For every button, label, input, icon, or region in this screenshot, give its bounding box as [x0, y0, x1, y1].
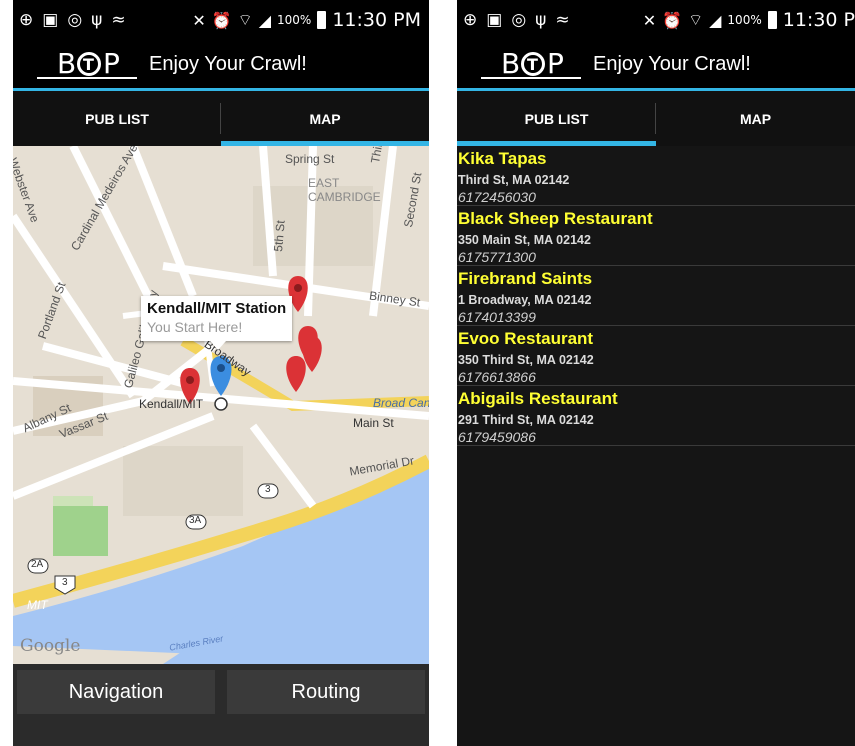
add-icon: ⊕: [463, 10, 478, 30]
wifi-icon: ⌔: [237, 10, 253, 29]
t-station-icon: [214, 397, 228, 411]
btp-logo: B T P: [37, 47, 137, 80]
add-icon: ⊕: [19, 10, 34, 30]
status-bar: ⊕ ▣ ◎ ψ ≈ ✕ ⏰ ⌔ ◢ 100% 11:30 P: [457, 0, 855, 40]
info-window[interactable]: Kendall/MIT Station You Start Here!: [141, 296, 293, 341]
tab-pub-list[interactable]: PUB LIST: [457, 91, 656, 146]
info-window-subtitle: You Start Here!: [147, 319, 243, 335]
app-bar: B T P Enjoy Your Crawl!: [13, 40, 429, 91]
map-label: Kendall/MIT: [139, 397, 204, 411]
battery-icon: [317, 11, 327, 29]
list-item[interactable]: Firebrand Saints 1 Broadway, MA 02142 61…: [457, 266, 855, 326]
list-item[interactable]: Kika Tapas Third St, MA 02142 6172456030: [457, 146, 855, 206]
tab-label: PUB LIST: [524, 110, 589, 127]
map-label: Main St: [353, 416, 394, 430]
signal-icon: ◢: [258, 10, 272, 30]
usb-icon: ψ: [535, 10, 547, 30]
navigation-button[interactable]: Navigation: [17, 670, 215, 714]
clock: 11:30 P: [782, 9, 855, 31]
pub-address: 1 Broadway, MA 02142: [458, 293, 592, 307]
app-title: Enjoy Your Crawl!: [149, 52, 307, 75]
mute-icon: ✕: [642, 10, 657, 30]
btp-logo: B T P: [481, 47, 581, 80]
nfc-icon: ≈: [111, 10, 126, 30]
battery-percent: 100%: [277, 13, 312, 27]
info-window-title: Kendall/MIT Station: [147, 300, 287, 317]
status-bar: ⊕ ▣ ◎ ψ ≈ ✕ ⏰ ⌔ ◢ 100% 11:30 PM: [13, 0, 429, 40]
tab-label: PUB LIST: [85, 110, 149, 127]
signal-icon: ◢: [709, 10, 722, 30]
map-view[interactable]: Spring St EAST CAMBRIDGE Third St Second…: [13, 146, 429, 664]
tab-label: MAP: [739, 110, 772, 127]
map-label: Spring St: [285, 152, 335, 166]
nfc-icon: ≈: [555, 10, 570, 30]
map-label: 2A: [31, 559, 44, 570]
routing-button[interactable]: Routing: [227, 670, 425, 714]
google-logo: Google: [20, 636, 81, 656]
pub-list-screen: ⊕ ▣ ◎ ψ ≈ ✕ ⏰ ⌔ ◢ 100% 11:30 P B T P Enj…: [457, 0, 855, 746]
pub-name: Kika Tapas: [458, 149, 547, 168]
pub-address: 291 Third St, MA 02142: [458, 413, 594, 427]
tab-bar: PUB LIST MAP: [13, 91, 429, 146]
pub-phone: 6176613866: [458, 369, 536, 385]
chat-icon: ▣: [486, 10, 503, 30]
tab-map[interactable]: MAP: [656, 91, 855, 146]
info-window-arrow: [210, 341, 226, 350]
pub-address: 350 Third St, MA 02142: [458, 353, 594, 367]
bottom-button-bar: Navigation Routing: [13, 664, 429, 746]
list-item[interactable]: Evoo Restaurant 350 Third St, MA 02142 6…: [457, 326, 855, 386]
usb-icon: ψ: [91, 10, 103, 30]
battery-icon: [767, 11, 777, 29]
pub-phone: 6179459086: [458, 429, 536, 445]
list-item[interactable]: Abigails Restaurant 291 Third St, MA 021…: [457, 386, 855, 446]
pub-name: Abigails Restaurant: [458, 389, 618, 408]
whatsapp-icon: ◎: [67, 10, 83, 30]
map-label: EAST CAMBRIDGE: [308, 176, 381, 204]
whatsapp-icon: ◎: [511, 10, 527, 30]
pub-name: Firebrand Saints: [458, 269, 593, 288]
pub-phone: 6172456030: [458, 189, 536, 205]
alarm-icon: ⏰: [211, 10, 232, 30]
tab-pub-list[interactable]: PUB LIST: [13, 91, 221, 146]
map-label: 3A: [189, 515, 202, 526]
tab-label: MAP: [309, 110, 341, 127]
battery-percent: 100%: [727, 13, 762, 27]
map-canvas: [13, 146, 429, 664]
map-label: 5th St: [271, 219, 288, 253]
map-label: 3: [265, 484, 271, 495]
alarm-icon: ⏰: [662, 10, 683, 30]
map-screen: ⊕ ▣ ◎ ψ ≈ ✕ ⏰ ⌔ ◢ 100% 11:30 PM B T P En…: [13, 0, 429, 746]
chat-icon: ▣: [42, 10, 59, 30]
pub-address: Third St, MA 02142: [458, 173, 570, 187]
app-bar: B T P Enjoy Your Crawl!: [457, 40, 855, 91]
pub-address: 350 Main St, MA 02142: [458, 233, 591, 247]
list-item[interactable]: Black Sheep Restaurant 350 Main St, MA 0…: [457, 206, 855, 266]
map-label: 3: [62, 577, 68, 588]
pub-phone: 6175771300: [458, 249, 536, 265]
tab-bar: PUB LIST MAP: [457, 91, 855, 146]
map-label: MIT: [27, 598, 48, 612]
pub-phone: 6174013399: [458, 309, 536, 325]
pub-list: Kika Tapas Third St, MA 02142 6172456030…: [457, 146, 855, 746]
mute-icon: ✕: [192, 10, 206, 30]
map-label: Broad Cana: [373, 396, 429, 410]
wifi-icon: ⌔: [688, 10, 704, 29]
clock: 11:30 PM: [332, 9, 421, 31]
tab-map[interactable]: MAP: [221, 91, 429, 146]
pub-name: Black Sheep Restaurant: [458, 209, 653, 228]
pub-name: Evoo Restaurant: [458, 329, 594, 348]
app-title: Enjoy Your Crawl!: [593, 52, 751, 75]
